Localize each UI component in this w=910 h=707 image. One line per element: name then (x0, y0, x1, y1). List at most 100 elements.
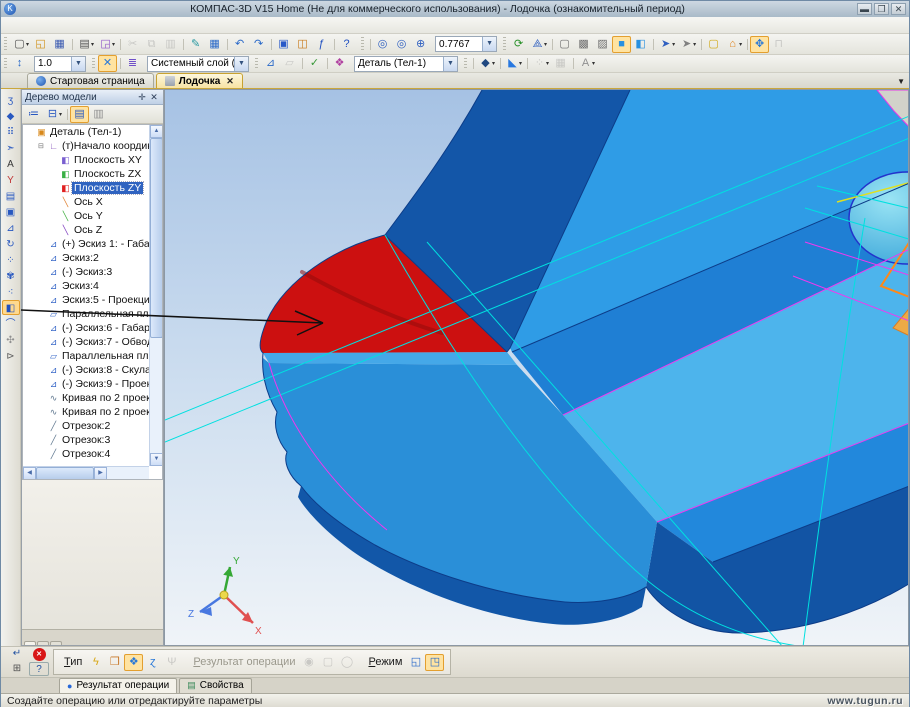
hidden-lines-button[interactable]: ▩▾ (574, 36, 593, 53)
zoom-area-button[interactable]: ◎▾ (392, 36, 411, 53)
menu-select[interactable] (33, 24, 45, 26)
cs-settings-button[interactable]: ▱▾ (280, 55, 299, 72)
rail-measure-tool[interactable]: ⊿ (2, 220, 20, 235)
tree-item-sketch4[interactable]: ⊿ Эскиз:4 (23, 279, 149, 293)
dimension-height-button[interactable]: ↕▾ (10, 55, 29, 72)
menu-file[interactable] (9, 24, 21, 26)
tree-close-icon[interactable]: ✕ (148, 92, 160, 103)
ptab-operation-result[interactable]: ● Результат операции (59, 678, 177, 693)
combo-arrow-icon[interactable]: ▼ (482, 37, 496, 51)
part-combo[interactable]: Деталь (Тел-1) ▼ (354, 56, 458, 72)
zoom-in-out-button[interactable]: ⊕▾ (411, 36, 430, 53)
dropdown-arrow-icon[interactable]: ▾ (492, 60, 495, 67)
rail-solid-tool[interactable]: ◆ (2, 108, 20, 123)
wireframe-button[interactable]: ▢▾ (555, 36, 574, 53)
combo-arrow-icon[interactable]: ▼ (71, 57, 85, 71)
combo-arrow-icon[interactable]: ▼ (443, 57, 457, 71)
orientation-button[interactable]: ⟁▾ (528, 36, 549, 53)
rotate-model-button[interactable]: ✥▾ (750, 36, 769, 53)
ptab-properties[interactable]: ▤ Свойства (179, 678, 251, 693)
rail-gear-tool[interactable]: ✾ (2, 268, 20, 283)
rail-more-tool[interactable]: ⊳ (2, 348, 20, 363)
menu-view[interactable] (45, 24, 57, 26)
measure-button[interactable]: ⊓▾ (769, 36, 788, 53)
menu-libraries[interactable] (117, 24, 129, 26)
type-surface-button[interactable]: ❒ (105, 654, 124, 671)
tree-filter-button[interactable]: ≔▾ (24, 106, 43, 123)
cut-button[interactable]: ✂▾ (123, 36, 142, 53)
tree-settings-button[interactable]: ⊟▾ (43, 106, 64, 123)
auto-dimension-button[interactable]: A▾ (576, 55, 597, 72)
menu-editor[interactable] (21, 24, 33, 26)
preview-button[interactable]: ◲▾ (96, 36, 117, 53)
undo-button[interactable]: ↶▾ (230, 36, 249, 53)
tree-item-sketch2[interactable]: ⊿ Эскиз:2 (23, 251, 149, 265)
context-help-button[interactable]: ?▾ (337, 36, 356, 53)
tree-item-axis-y[interactable]: ╲ Ось Y (23, 209, 149, 223)
stop-command-button[interactable]: ✕ (29, 647, 49, 661)
result-new-body-button[interactable]: ▢ (318, 654, 337, 671)
dropdown-arrow-icon[interactable]: ▾ (693, 41, 696, 48)
menu-window[interactable] (93, 24, 105, 26)
rail-spline-tool[interactable]: ʒ (2, 92, 20, 107)
rail-window-tool[interactable]: ▣ (2, 204, 20, 219)
fx-button[interactable]: ƒ▾ (312, 36, 331, 53)
minimize-button[interactable]: ▬ (857, 3, 872, 15)
tree-horizontal-scrollbar[interactable]: ◀ ▶ (23, 466, 149, 479)
tree-item-sketch8[interactable]: ⊿ (-) Эскиз:8 - Скула (23, 363, 149, 377)
hidden-lines-thin-button[interactable]: ▨▾ (593, 36, 612, 53)
rail-array-tool[interactable]: ⁘ (2, 252, 20, 267)
rail-sheet-tool[interactable]: ▤ (2, 188, 20, 203)
rail-edit-part-tool[interactable]: ◧ (2, 300, 20, 315)
new-button[interactable]: ▢▾ (10, 36, 31, 53)
mode-window2-button[interactable]: ◳ (425, 654, 444, 671)
redo-button[interactable]: ↷▾ (249, 36, 268, 53)
scroll-left-icon[interactable]: ◀ (23, 467, 36, 480)
frame-button[interactable]: ⊞ (7, 662, 27, 676)
simplified-view-button[interactable]: ▢▾ (704, 36, 723, 53)
tree-expand-icon[interactable]: ⊟ (38, 142, 47, 150)
scroll-up-icon[interactable]: ▲ (150, 125, 163, 138)
tree-item-axis-x[interactable]: ╲ Ось X (23, 195, 149, 209)
boolean-button[interactable]: ◆▾ (476, 55, 497, 72)
menu-help[interactable] (105, 24, 117, 26)
paste-button[interactable]: ▥▾ (161, 36, 180, 53)
component-button[interactable]: ▦▾ (551, 55, 570, 72)
mode-window-button[interactable]: ◱ (406, 654, 425, 671)
tree-item-segment3[interactable]: ╱ Отрезок:3 (23, 433, 149, 447)
menu-specification[interactable] (69, 24, 81, 26)
tree-tab-zones[interactable] (50, 641, 62, 645)
dropdown-arrow-icon[interactable]: ▾ (739, 41, 742, 48)
copy-properties-button[interactable]: ✎▾ (186, 36, 205, 53)
snap-button[interactable]: ✕▾ (98, 55, 117, 72)
scroll-thumb[interactable] (36, 467, 94, 480)
print-button[interactable]: ▤▾ (75, 36, 96, 53)
dropdown-arrow-icon[interactable]: ▾ (544, 41, 547, 48)
tree-item-sketch3[interactable]: ⊿ (-) Эскиз:3 (23, 265, 149, 279)
open-button[interactable]: ◱▾ (31, 36, 50, 53)
scale-combo[interactable]: 1.0 ▼ (34, 56, 86, 72)
tree-item-sketch1[interactable]: ⊿ (+) Эскиз 1: - Габарит г (23, 237, 149, 251)
rail-rotate-tool[interactable]: ↻ (2, 236, 20, 251)
tree-item-axis-z[interactable]: ╲ Ось Z (23, 223, 149, 237)
array-button[interactable]: ⁘▾ (530, 55, 551, 72)
tree-item-curve2[interactable]: ∿ Кривая по 2 проекциям: (23, 405, 149, 419)
tree-item-sketch9[interactable]: ⊿ (-) Эскиз:9 - Проекция г (23, 377, 149, 391)
tree-item-detail[interactable]: ▣ Деталь (Тел-1) (23, 125, 149, 139)
filter-faces-button[interactable]: ➤▾ (656, 36, 677, 53)
tab-close-icon[interactable]: ✕ (226, 76, 234, 87)
tree-item-segment4[interactable]: ╱ Отрезок:4 (23, 447, 149, 461)
result-intersect-button[interactable]: ◯ (337, 654, 356, 671)
tree-item-sketch5[interactable]: ⊿ Эскиз:5 - Проекция про. (23, 293, 149, 307)
menu-service[interactable] (81, 24, 93, 26)
spreadsheet-button[interactable]: ▦▾ (205, 36, 224, 53)
refresh-image-button[interactable]: ⟳▾ (509, 36, 528, 53)
layer-combo[interactable]: Системный слой (0; ▼ (147, 56, 249, 72)
3d-viewport[interactable]: Y X Z (164, 89, 909, 646)
tree-item-plane-zx[interactable]: ◧ Плоскость ZX (23, 167, 149, 181)
tree-item-parallel-plane2[interactable]: ▱ Параллельная плоскост (23, 349, 149, 363)
dropdown-arrow-icon[interactable]: ▾ (59, 111, 62, 118)
surface-button[interactable]: ◣▾ (503, 55, 524, 72)
local-cs-button[interactable]: ⊿▾ (261, 55, 280, 72)
tree-item-sketch7[interactable]: ⊿ (-) Эскиз:7 - Обвод бор (23, 335, 149, 349)
